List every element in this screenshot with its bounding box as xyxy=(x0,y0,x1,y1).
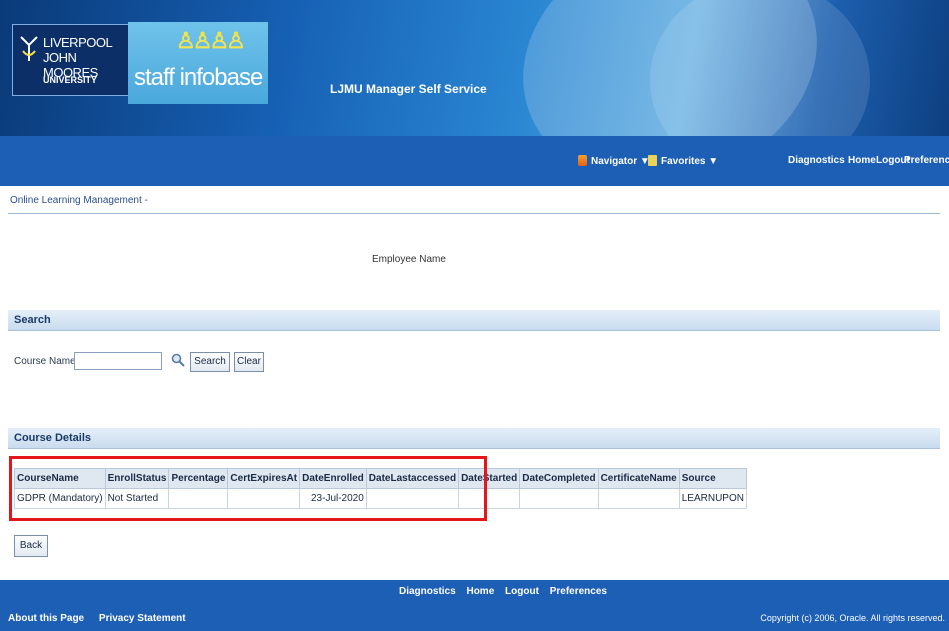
column-header[interactable]: Source xyxy=(678,468,747,489)
table-cell: GDPR (Mandatory) xyxy=(14,488,106,509)
nav-link-home[interactable]: Home xyxy=(848,155,876,166)
search-section-header: Search xyxy=(8,310,940,331)
nav-link-preferences[interactable]: Preferences xyxy=(904,155,949,166)
footer-link-preferences[interactable]: Preferences xyxy=(550,586,607,597)
column-header[interactable]: CertificateName xyxy=(597,468,680,489)
search-button[interactable]: Search xyxy=(190,352,230,372)
search-icon[interactable] xyxy=(171,353,185,367)
column-header[interactable]: Percentage xyxy=(168,468,229,489)
back-button[interactable]: Back xyxy=(14,535,48,557)
copyright-text: Copyright (c) 2006, Oracle. All rights r… xyxy=(760,613,945,623)
footer-link-logout[interactable]: Logout xyxy=(505,586,539,597)
staff-infobase-logo[interactable]: ♙♙♙♙ staff infobase xyxy=(128,22,268,104)
table-cell xyxy=(519,488,599,509)
table-cell: 23-Jul-2020 xyxy=(299,488,367,509)
navigator-icon xyxy=(578,155,587,166)
navigator-label: Navigator ▼ xyxy=(591,156,650,167)
table-cell xyxy=(227,488,301,509)
column-header[interactable]: DateCompleted xyxy=(519,468,599,489)
column-header[interactable]: DateStarted xyxy=(458,468,521,489)
footer-link-diagnostics[interactable]: Diagnostics xyxy=(399,586,456,597)
table-cell: Not Started xyxy=(104,488,170,509)
column-header[interactable]: CertExpiresAt xyxy=(227,468,301,489)
table-header-row: CourseName EnrollStatus Percentage CertE… xyxy=(14,468,747,489)
course-details-table: CourseName EnrollStatus Percentage CertE… xyxy=(14,468,747,509)
logo-text: LIVERPOOL JOHN MOORES xyxy=(43,35,129,80)
table-row: GDPR (Mandatory) Not Started 23-Jul-2020… xyxy=(14,488,747,509)
employee-name-label: Employee Name xyxy=(372,254,446,265)
course-name-label: Course Name xyxy=(14,356,76,367)
header-banner: LIVERPOOL JOHN MOORES UNIVERSITY ♙♙♙♙ st… xyxy=(0,0,949,136)
app-title: LJMU Manager Self Service xyxy=(330,82,487,96)
ljmu-logo[interactable]: LIVERPOOL JOHN MOORES UNIVERSITY xyxy=(12,24,130,96)
table-cell xyxy=(597,488,680,509)
privacy-statement-link[interactable]: Privacy Statement xyxy=(99,613,186,624)
footer-left-links: About this Page Privacy Statement xyxy=(8,613,198,624)
favorites-icon xyxy=(648,155,657,166)
column-header[interactable]: DateLastaccessed xyxy=(365,468,460,489)
column-header[interactable]: DateEnrolled xyxy=(299,468,367,489)
table-cell xyxy=(365,488,460,509)
navigator-menu[interactable]: Navigator ▼ xyxy=(578,155,650,167)
ljmu-crest-icon xyxy=(20,36,38,61)
table-cell xyxy=(458,488,521,509)
footer-link-home[interactable]: Home xyxy=(466,586,494,597)
global-nav-bar: Navigator ▼ Favorites ▼ Diagnostics Home… xyxy=(0,136,949,186)
about-this-page-link[interactable]: About this Page xyxy=(8,613,84,624)
infobase-text: staff infobase xyxy=(134,64,263,91)
search-section-title: Search xyxy=(14,314,51,326)
favorites-label: Favorites ▼ xyxy=(661,156,719,167)
favorites-menu[interactable]: Favorites ▼ xyxy=(648,155,718,167)
people-icon: ♙♙♙♙ xyxy=(176,28,246,53)
page-title: Online Learning Management - xyxy=(10,195,148,206)
clear-button[interactable]: Clear xyxy=(234,352,264,372)
footer: Diagnostics Home Logout Preferences Abou… xyxy=(0,580,949,631)
footer-links: Diagnostics Home Logout Preferences xyxy=(399,586,615,597)
column-header[interactable]: CourseName xyxy=(14,468,106,489)
logo-line-3: UNIVERSITY xyxy=(43,75,98,85)
column-header[interactable]: EnrollStatus xyxy=(104,468,170,489)
table-cell: LEARNUPON xyxy=(678,488,747,509)
course-name-input[interactable] xyxy=(74,352,162,370)
course-details-title: Course Details xyxy=(14,432,92,444)
nav-link-diagnostics[interactable]: Diagnostics xyxy=(788,155,845,166)
course-details-section-header: Course Details xyxy=(8,428,940,449)
divider xyxy=(8,213,940,214)
banner-decoration xyxy=(650,0,870,136)
logo-line-1: LIVERPOOL xyxy=(43,35,113,50)
table-cell xyxy=(168,488,229,509)
